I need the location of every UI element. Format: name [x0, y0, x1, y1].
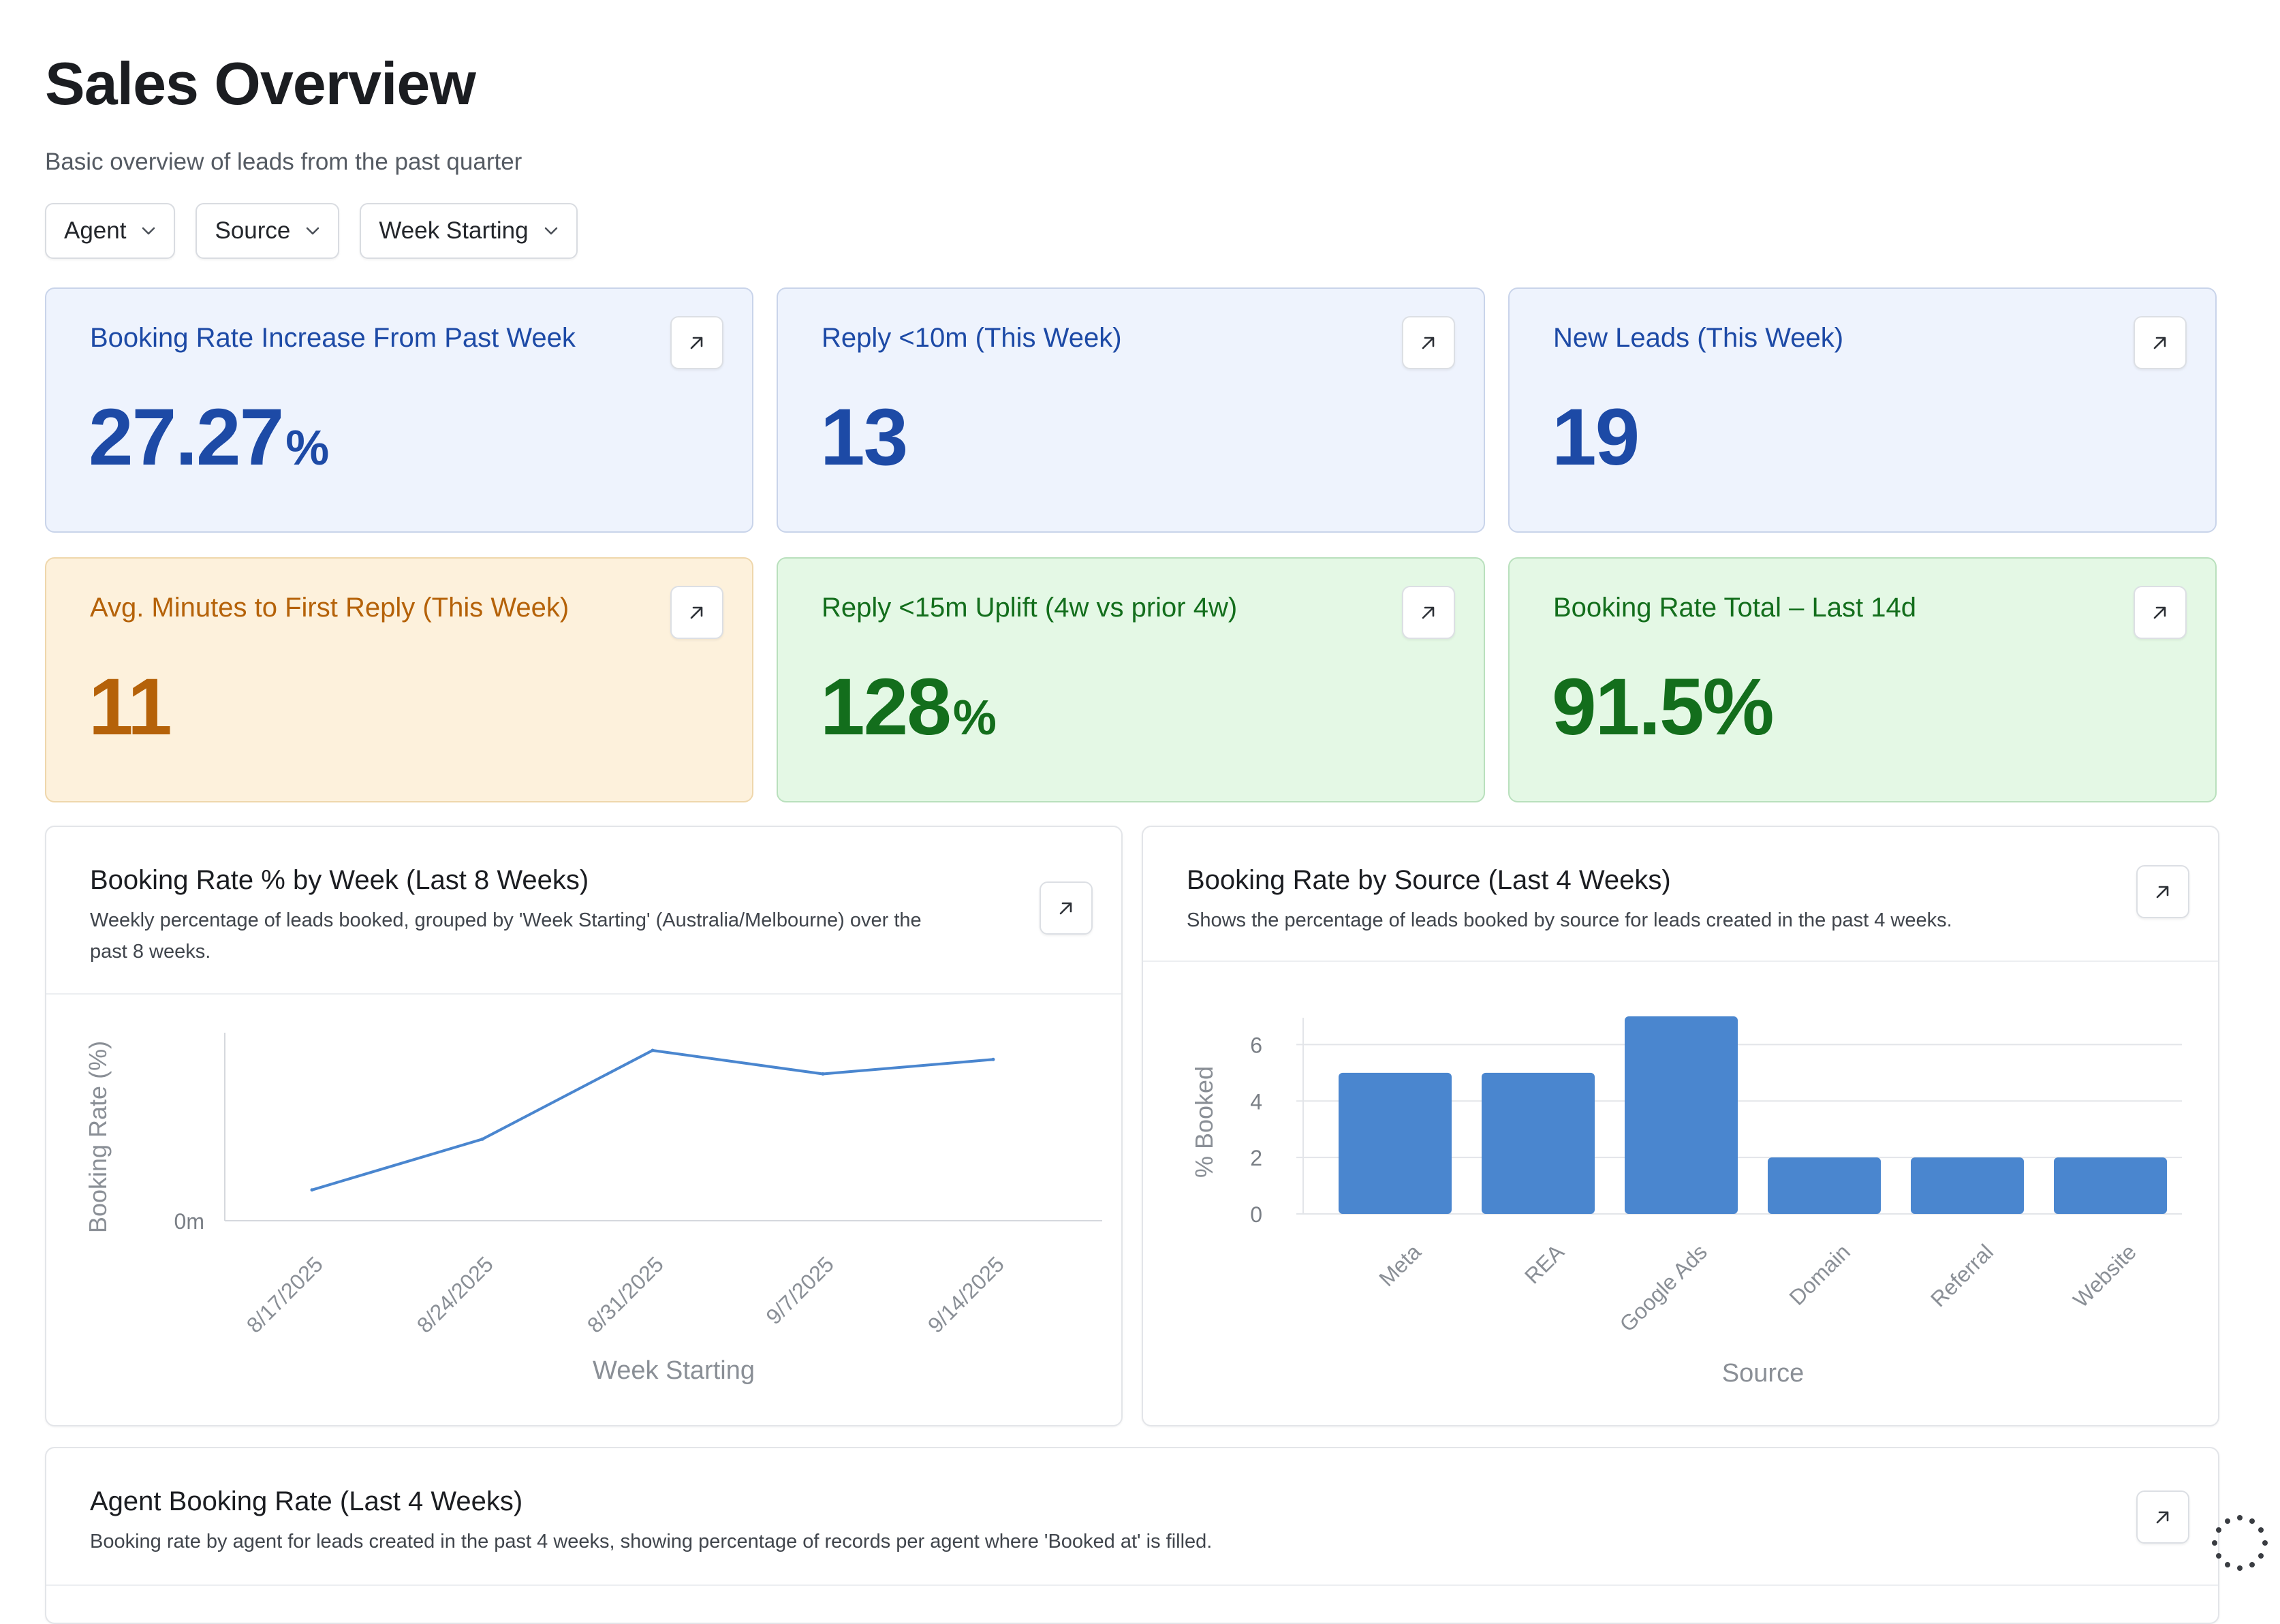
arrow-up-right-icon [2156, 1511, 2169, 1524]
x-tick-label: Website [2068, 1239, 2141, 1312]
bar-referral [1911, 1157, 2024, 1214]
kpi-label: New Leads (This Week) [1553, 323, 1844, 353]
x-tick-label: REA [1520, 1239, 1569, 1288]
expand-button[interactable] [1402, 316, 1455, 369]
page-title: Sales Overview [45, 50, 476, 117]
bar-meta [1339, 1072, 1452, 1214]
expand-button[interactable] [670, 316, 723, 369]
agent-filter-dropdown[interactable]: Agent [45, 203, 176, 259]
x-tick-label: 9/7/2025 [761, 1251, 839, 1329]
x-tick-label: 8/24/2025 [412, 1251, 498, 1337]
arrow-up-right-icon [2153, 337, 2166, 349]
filter-label: Agent [64, 217, 127, 244]
arrow-up-right-icon [690, 606, 703, 619]
x-tick-label: Referral [1926, 1239, 1998, 1311]
kpi-label: Avg. Minutes to First Reply (This Week) [90, 593, 569, 623]
page-subtitle: Basic overview of leads from the past qu… [45, 149, 522, 175]
panel-divider [46, 1584, 2218, 1586]
data-point [480, 1137, 484, 1141]
kpi-card-reply-15m-uplift: Reply <15m Uplift (4w vs prior 4w) 128% [777, 557, 1485, 802]
loading-spinner-icon [2212, 1515, 2268, 1571]
kpi-value: 91.5% [1552, 662, 1775, 752]
kpi-label: Reply <15m Uplift (4w vs prior 4w) [822, 593, 1238, 623]
expand-button[interactable] [2134, 586, 2187, 639]
chevron-down-icon [544, 227, 557, 235]
y-tick-label: 6 [1250, 1033, 1262, 1057]
agent-booking-rate-panel: Agent Booking Rate (Last 4 Weeks) Bookin… [45, 1447, 2219, 1624]
x-tick-label: 9/14/2025 [923, 1251, 1009, 1337]
arrow-up-right-icon [1422, 606, 1435, 619]
series-line-booking-rate [311, 1048, 994, 1191]
kpi-card-new-leads: New Leads (This Week) 19 [1508, 287, 2217, 533]
chevron-down-icon [142, 227, 155, 235]
expand-button[interactable] [670, 586, 723, 639]
booking-rate-by-week-panel: Booking Rate % by Week (Last 8 Weeks) We… [45, 826, 1123, 1426]
kpi-label: Booking Rate Increase From Past Week [90, 323, 576, 353]
kpi-value: 27.27% [89, 392, 329, 482]
kpi-value: 19 [1552, 392, 1640, 482]
data-point [821, 1072, 825, 1076]
bar-website [2054, 1157, 2167, 1214]
kpi-value: 128% [820, 662, 997, 752]
expand-button[interactable] [2136, 1490, 2189, 1544]
x-tick-label: Meta [1374, 1239, 1426, 1291]
filter-label: Week Starting [379, 217, 529, 244]
data-point [991, 1057, 995, 1061]
kpi-card-booking-rate-total-14d: Booking Rate Total – Last 14d 91.5% [1508, 557, 2217, 802]
chevron-down-icon [307, 227, 319, 235]
bar-rea [1482, 1072, 1595, 1214]
panel-description: Booking rate by agent for leads created … [90, 1531, 1213, 1552]
kpi-card-booking-rate-increase: Booking Rate Increase From Past Week 27.… [45, 287, 753, 533]
booking-rate-line-chart: 0m Booking Rate (%) 8/17/2025 8/24/2025 8/31… [84, 1033, 1102, 1385]
y-tick-label: 0 [1250, 1202, 1262, 1227]
arrow-up-right-icon [690, 337, 703, 349]
x-tick-label: Domain [1785, 1239, 1855, 1309]
arrow-up-right-icon [1422, 337, 1435, 349]
source-filter-dropdown[interactable]: Source [196, 203, 340, 259]
kpi-label: Reply <10m (This Week) [822, 323, 1122, 353]
x-tick-label: 8/17/2025 [242, 1251, 328, 1337]
kpi-label: Booking Rate Total – Last 14d [1553, 593, 1916, 623]
x-tick-label: 8/31/2025 [582, 1251, 668, 1337]
data-point [310, 1188, 314, 1192]
kpi-value: 13 [820, 392, 908, 482]
booking-rate-by-source-panel: Booking Rate by Source (Last 4 Weeks) Sh… [1142, 826, 2219, 1426]
y-tick-label: 4 [1250, 1089, 1262, 1114]
bar-domain [1768, 1157, 1881, 1214]
filter-label: Source [215, 217, 291, 244]
y-tick-label: 0m [174, 1209, 204, 1234]
y-tick-label: 2 [1250, 1146, 1262, 1170]
panel-title: Agent Booking Rate (Last 4 Weeks) [90, 1486, 523, 1516]
kpi-card-avg-minutes-first-reply: Avg. Minutes to First Reply (This Week) … [45, 557, 753, 802]
booking-rate-bar-chart: 0 2 4 6 % Booked Meta REA Google Ads Domain Refer… [1190, 1016, 2182, 1388]
expand-button[interactable] [1402, 586, 1455, 639]
arrow-up-right-icon [2153, 606, 2166, 619]
filter-bar: Agent Source Week Starting [45, 203, 578, 259]
data-point [651, 1048, 655, 1052]
week-starting-filter-dropdown[interactable]: Week Starting [360, 203, 578, 259]
sales-overview-page: Sales Overview Basic overview of leads f… [0, 0, 2280, 1624]
kpi-value: 11 [89, 662, 172, 752]
x-axis-title: Week Starting [593, 1356, 755, 1385]
kpi-card-reply-under-10m: Reply <10m (This Week) 13 [777, 287, 1485, 533]
x-axis-title: Source [1722, 1359, 1804, 1388]
x-tick-label: Google Ads [1615, 1239, 1712, 1336]
expand-button[interactable] [2134, 316, 2187, 369]
y-axis-title: % Booked [1190, 1066, 1218, 1178]
y-axis-title: Booking Rate (%) [84, 1041, 112, 1233]
bar-google-ads [1625, 1016, 1738, 1214]
